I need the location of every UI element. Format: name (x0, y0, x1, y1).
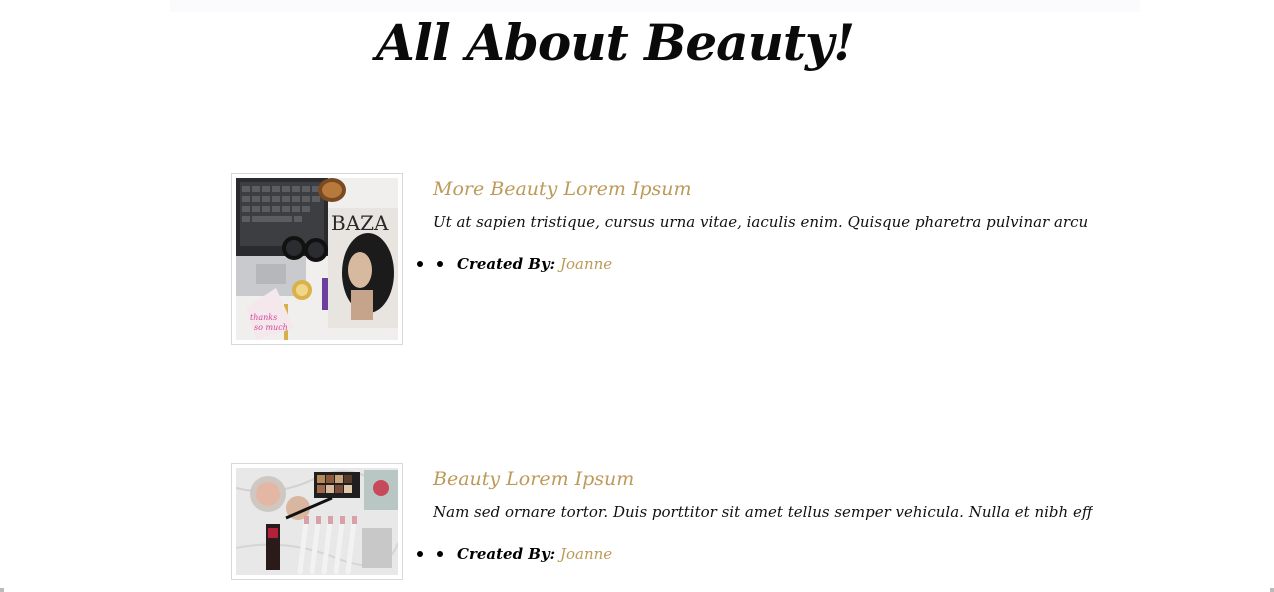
post-title[interactable]: Beauty Lorem Ipsum (433, 467, 634, 491)
post-thumbnail[interactable]: BAZA thanks so much (231, 173, 403, 345)
post-excerpt: Ut at sapien tristique, cursus urna vita… (433, 213, 1093, 231)
author-name-link[interactable]: Joanne (560, 545, 612, 563)
svg-text:thanks: thanks (250, 313, 277, 322)
author-label: Created By: (457, 545, 556, 563)
bullet-icon (417, 551, 423, 557)
bullet-icon (417, 261, 423, 267)
author-label: Created By: (457, 255, 556, 273)
post-excerpt: Nam sed ornare tortor. Duis porttitor si… (433, 503, 1093, 521)
svg-text:so much: so much (254, 323, 288, 332)
post-meta: Created By: Joanne (417, 543, 612, 565)
post-meta: Created By: Joanne (417, 253, 612, 275)
window-corner-left (0, 588, 4, 592)
bullet-icon (437, 551, 443, 557)
author-name-link[interactable]: Joanne (560, 255, 612, 273)
window-corner-right (1270, 588, 1274, 592)
post-title[interactable]: More Beauty Lorem Ipsum (433, 177, 692, 201)
post-author-item: Created By: Joanne (417, 543, 612, 565)
bullet-icon (437, 261, 443, 267)
page-title: All About Beauty! (375, 13, 855, 72)
flatlay-laptop-magazine-image: BAZA thanks so much (236, 178, 398, 340)
header-band (170, 0, 1140, 12)
post-thumbnail[interactable] (231, 463, 403, 580)
svg-text:BAZA: BAZA (331, 211, 389, 235)
flatlay-makeup-brushes-image (236, 468, 398, 575)
post-author-item: Created By: Joanne (417, 253, 612, 275)
